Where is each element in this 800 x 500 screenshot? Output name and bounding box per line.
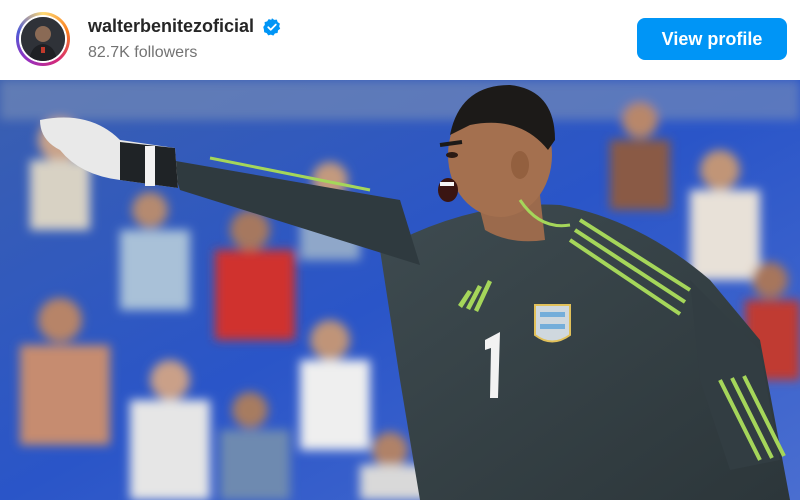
avatar-image bbox=[21, 17, 65, 61]
avatar[interactable] bbox=[21, 17, 65, 61]
post-header: walterbenitezoficial 82.7K followers Vie… bbox=[0, 0, 800, 80]
verified-badge-icon bbox=[263, 17, 281, 36]
follower-count: 82.7K followers bbox=[88, 44, 198, 61]
post-image[interactable] bbox=[0, 80, 800, 500]
goalkeeper-photo bbox=[0, 80, 800, 500]
username[interactable]: walterbenitezoficial bbox=[88, 16, 254, 37]
avatar-frame bbox=[19, 15, 67, 63]
instagram-embed: walterbenitezoficial 82.7K followers Vie… bbox=[0, 0, 800, 500]
view-profile-button[interactable]: View profile bbox=[637, 18, 787, 60]
avatar-ring[interactable] bbox=[16, 12, 70, 66]
username-row: walterbenitezoficial bbox=[88, 16, 282, 37]
